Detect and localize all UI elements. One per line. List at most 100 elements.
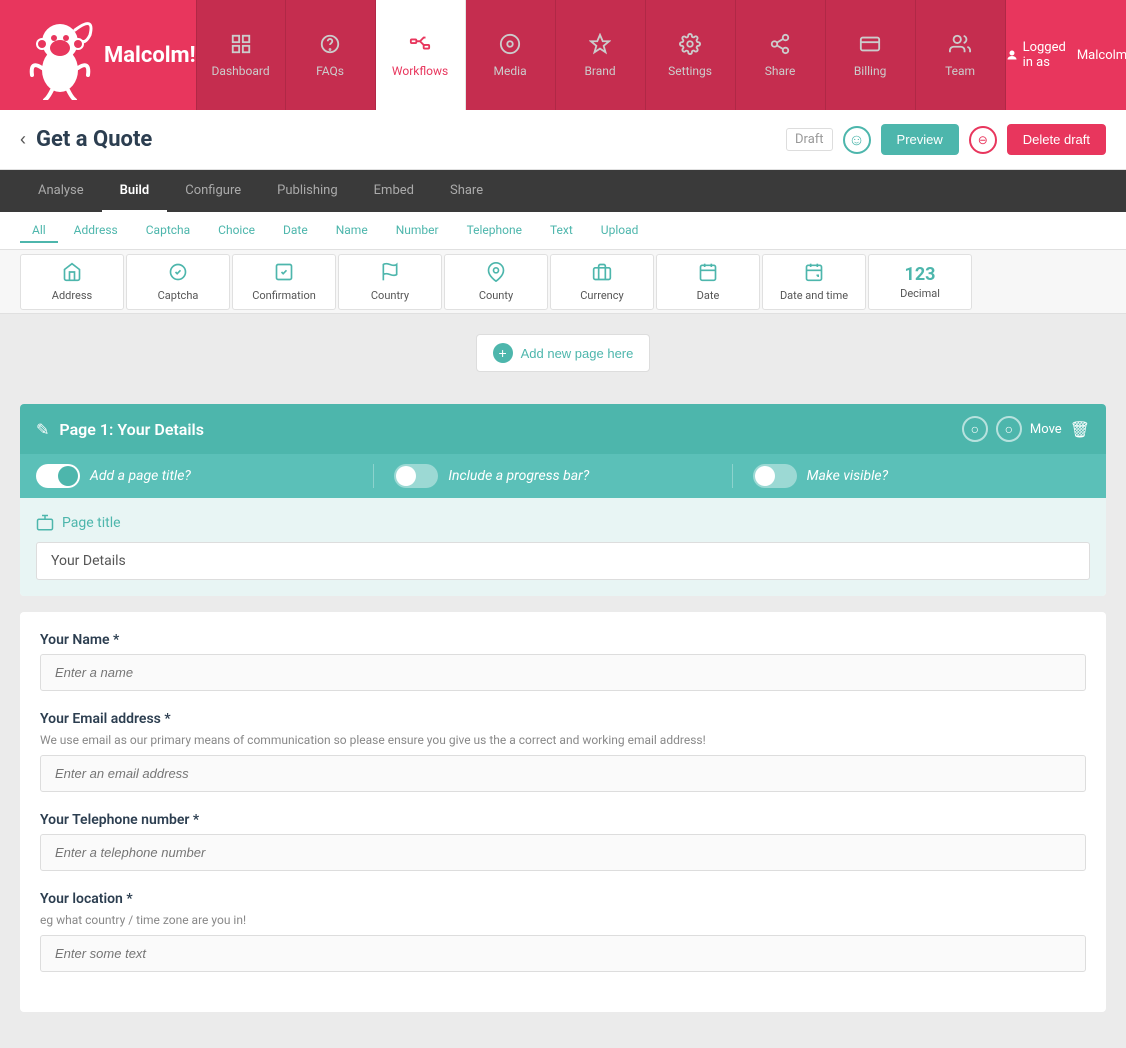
toggle-progress[interactable] bbox=[394, 464, 438, 488]
page-header-title: Page 1: Your Details bbox=[59, 420, 952, 439]
datetime-field-label: Date and time bbox=[780, 289, 848, 302]
field-icons-strip: Address Captcha Confirmation Country Cou… bbox=[0, 250, 1126, 314]
tab-embed[interactable]: Embed bbox=[356, 170, 432, 212]
county-field-icon bbox=[486, 262, 506, 287]
circle-up-button[interactable]: ○ bbox=[962, 416, 988, 442]
toggle-progress-label: Include a progress bar? bbox=[448, 468, 589, 484]
field-location-label: Your location * bbox=[40, 891, 1086, 907]
tab-publishing-label: Publishing bbox=[277, 183, 338, 198]
field-telephone-input[interactable] bbox=[40, 834, 1086, 871]
field-type-country[interactable]: Country bbox=[338, 254, 442, 310]
county-field-label: County bbox=[479, 289, 513, 302]
filter-captcha[interactable]: Captcha bbox=[134, 219, 202, 243]
filter-name[interactable]: Name bbox=[324, 219, 380, 243]
preview-button[interactable]: Preview bbox=[881, 124, 959, 155]
field-location-input[interactable] bbox=[40, 935, 1086, 972]
page-title-section: Page title Your Details bbox=[20, 498, 1106, 596]
smile-icon: ☺ bbox=[843, 126, 871, 154]
circle-down-button[interactable]: ○ bbox=[996, 416, 1022, 442]
field-telephone: Your Telephone number * bbox=[40, 812, 1086, 871]
logo-area: Malcolm! bbox=[20, 10, 196, 100]
tab-share[interactable]: Share bbox=[432, 170, 501, 212]
filter-date[interactable]: Date bbox=[271, 219, 320, 243]
field-type-currency[interactable]: Currency bbox=[550, 254, 654, 310]
tab-configure[interactable]: Configure bbox=[167, 170, 259, 212]
field-email-input[interactable] bbox=[40, 755, 1086, 792]
nav-item-workflows[interactable]: Workflows bbox=[376, 0, 466, 110]
page-header: ✎ Page 1: Your Details ○ ○ Move 🗑 bbox=[20, 404, 1106, 454]
back-button[interactable]: ‹ bbox=[20, 129, 26, 150]
field-name-label: Your Name * bbox=[40, 632, 1086, 648]
field-type-decimal[interactable]: 123 Decimal bbox=[868, 254, 972, 310]
move-button[interactable]: Move bbox=[1030, 422, 1062, 437]
toggle-title-label: Add a page title? bbox=[90, 468, 191, 484]
nav-item-faqs[interactable]: FAQs bbox=[286, 0, 376, 110]
tab-publishing[interactable]: Publishing bbox=[259, 170, 356, 212]
brand-icon bbox=[589, 33, 611, 60]
settings-icon bbox=[679, 33, 701, 60]
edit-pencil-icon[interactable]: ✎ bbox=[36, 420, 49, 439]
field-email-label: Your Email address * bbox=[40, 711, 1086, 727]
media-icon bbox=[499, 33, 521, 60]
nav-item-brand[interactable]: Brand bbox=[556, 0, 646, 110]
field-location-desc: eg what country / time zone are you in! bbox=[40, 913, 1086, 927]
nav-label-faqs: FAQs bbox=[316, 64, 344, 78]
filter-telephone[interactable]: Telephone bbox=[455, 219, 534, 243]
nav-item-media[interactable]: Media bbox=[466, 0, 556, 110]
nav-label-media: Media bbox=[494, 64, 527, 78]
filter-all[interactable]: All bbox=[20, 219, 58, 243]
tab-build[interactable]: Build bbox=[102, 170, 168, 212]
address-field-icon bbox=[62, 262, 82, 287]
nav-label-billing: Billing bbox=[854, 64, 887, 78]
trash-icon[interactable]: 🗑 bbox=[1070, 420, 1090, 439]
toggle-visible[interactable] bbox=[753, 464, 797, 488]
nav-item-share[interactable]: Share bbox=[736, 0, 826, 110]
filter-choice[interactable]: Choice bbox=[206, 219, 267, 243]
add-page-label: Add new page here bbox=[521, 346, 634, 361]
field-type-county[interactable]: County bbox=[444, 254, 548, 310]
confirmation-field-label: Confirmation bbox=[252, 289, 316, 302]
filter-address[interactable]: Address bbox=[62, 219, 130, 243]
field-name: Your Name * bbox=[40, 632, 1086, 691]
tab-configure-label: Configure bbox=[185, 183, 241, 198]
filter-text[interactable]: Text bbox=[538, 219, 585, 243]
title-bar: ‹ Get a Quote Draft ☺ Preview ⊖ Delete d… bbox=[0, 110, 1126, 170]
billing-icon bbox=[859, 33, 881, 60]
nav-item-billing[interactable]: Billing bbox=[826, 0, 916, 110]
tab-analyse[interactable]: Analyse bbox=[20, 170, 102, 212]
toggle-title[interactable] bbox=[36, 464, 80, 488]
filter-number[interactable]: Number bbox=[384, 219, 451, 243]
datetime-field-icon bbox=[804, 262, 824, 287]
nav-item-dashboard[interactable]: Dashboard bbox=[196, 0, 286, 110]
field-type-date[interactable]: Date bbox=[656, 254, 760, 310]
team-icon bbox=[949, 33, 971, 60]
tab-embed-label: Embed bbox=[374, 183, 414, 198]
field-location: Your location * eg what country / time z… bbox=[40, 891, 1086, 972]
page-title-section-label: Page title bbox=[62, 515, 121, 531]
page-header-actions: ○ ○ Move 🗑 bbox=[962, 416, 1090, 442]
field-name-input[interactable] bbox=[40, 654, 1086, 691]
field-type-captcha[interactable]: Captcha bbox=[126, 254, 230, 310]
nav-item-settings[interactable]: Settings bbox=[646, 0, 736, 110]
country-field-icon bbox=[380, 262, 400, 287]
address-field-label: Address bbox=[52, 289, 92, 302]
field-type-datetime[interactable]: Date and time bbox=[762, 254, 866, 310]
confirmation-field-icon bbox=[274, 262, 294, 287]
page-title-input[interactable]: Your Details bbox=[36, 542, 1090, 580]
field-filter-bar: All Address Captcha Choice Date Name Num… bbox=[0, 212, 1126, 250]
field-telephone-label: Your Telephone number * bbox=[40, 812, 1086, 828]
currency-field-label: Currency bbox=[580, 289, 623, 302]
field-type-confirmation[interactable]: Confirmation bbox=[232, 254, 336, 310]
top-bar: Malcolm! Dashboard FAQs Workflows Media bbox=[0, 0, 1126, 110]
dashboard-icon bbox=[230, 33, 252, 60]
nav-item-team[interactable]: Team bbox=[916, 0, 1006, 110]
filter-upload[interactable]: Upload bbox=[589, 219, 651, 243]
add-page-button[interactable]: + Add new page here bbox=[476, 334, 651, 372]
field-type-address[interactable]: Address bbox=[20, 254, 124, 310]
delete-draft-button[interactable]: Delete draft bbox=[1007, 124, 1106, 155]
username-link[interactable]: Malcolm bbox=[1077, 48, 1126, 63]
page-title-label: Page title bbox=[36, 514, 1090, 532]
currency-field-icon bbox=[592, 262, 612, 287]
toggle-progress-section: Include a progress bar? bbox=[373, 464, 731, 488]
nav-label-workflows: Workflows bbox=[392, 64, 448, 78]
